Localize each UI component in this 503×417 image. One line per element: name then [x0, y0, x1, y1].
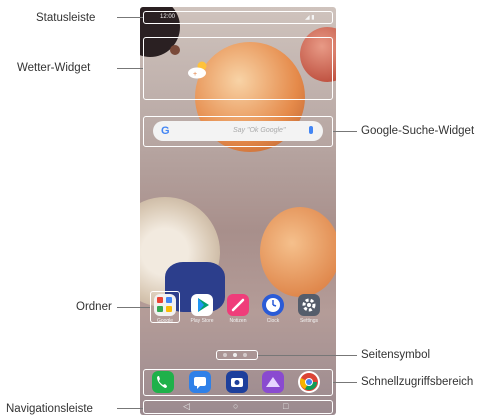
svg-text:+: +: [193, 71, 197, 78]
app-label: Clock: [266, 318, 280, 324]
gallery-icon[interactable]: [262, 371, 284, 393]
weather-icon[interactable]: +: [187, 60, 209, 80]
app-label: Notizen: [229, 318, 247, 324]
label-quick-access: Schnellzugriffsbereich: [361, 376, 474, 388]
leader-line: [117, 307, 150, 308]
leader-line: [333, 382, 357, 383]
back-icon[interactable]: ◁: [183, 401, 190, 412]
page-dot-active[interactable]: [233, 353, 237, 357]
phone-icon[interactable]: [152, 371, 174, 393]
wallpaper-orange-drop: [260, 207, 336, 297]
leader-line: [333, 131, 357, 132]
status-icons: ◢ ▮: [305, 15, 315, 21]
weather-widget-frame[interactable]: [143, 37, 333, 100]
mic-icon[interactable]: [309, 126, 313, 134]
app-label: Play Store: [190, 318, 214, 324]
page-dot[interactable]: [243, 353, 247, 357]
google-logo-icon: G: [161, 125, 170, 137]
leader-line: [258, 355, 357, 356]
page-dot[interactable]: [223, 353, 227, 357]
label-folder: Ordner: [76, 301, 112, 313]
label-statusbar: Statusleiste: [36, 12, 96, 24]
pen-icon[interactable]: [227, 294, 249, 316]
recents-icon[interactable]: □: [283, 401, 288, 411]
app-label: Settings: [299, 318, 319, 324]
app-label: Google: [156, 318, 174, 324]
home-icon[interactable]: ○: [233, 401, 238, 411]
leader-line: [117, 68, 143, 69]
label-google-search-widget: Google-Suche-Widget: [361, 125, 475, 137]
status-time: 12:00: [160, 14, 176, 20]
leader-line: [117, 408, 143, 409]
label-page-icon: Seitensymbol: [361, 349, 431, 361]
play-store-icon[interactable]: [191, 294, 213, 316]
chrome-icon[interactable]: [298, 371, 320, 393]
search-placeholder: Say "Ok Google": [233, 127, 286, 134]
gear-icon[interactable]: [298, 294, 320, 316]
camera-icon[interactable]: [226, 371, 248, 393]
folder-icon[interactable]: [154, 294, 176, 316]
label-navigation-bar: Navigationsleiste: [6, 403, 93, 415]
leader-line: [117, 17, 143, 18]
clock-icon[interactable]: [262, 294, 284, 316]
messages-icon[interactable]: [189, 371, 211, 393]
label-weather-widget: Wetter-Widget: [17, 62, 91, 74]
google-search-bar[interactable]: G Say "Ok Google": [153, 121, 323, 141]
